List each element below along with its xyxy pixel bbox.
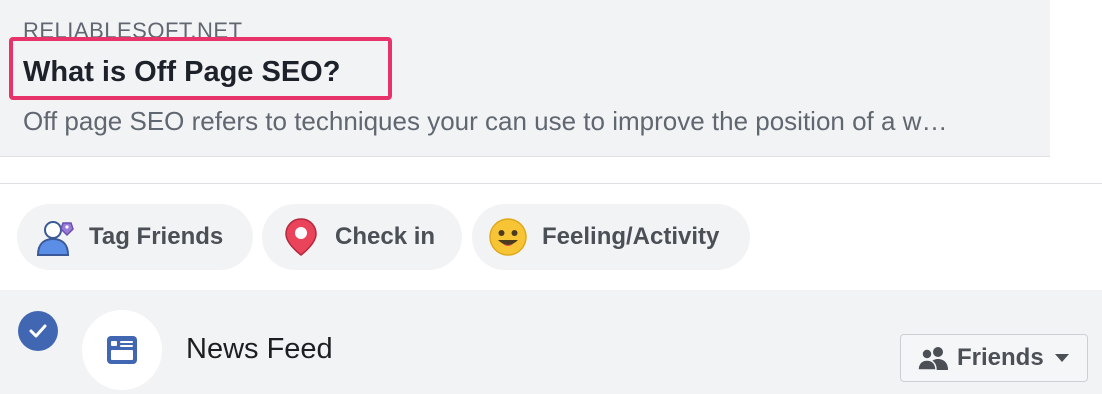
check-in-label: Check in [335, 223, 436, 250]
audience-selector-button[interactable]: Friends [900, 334, 1088, 382]
caret-down-icon [1054, 354, 1069, 362]
news-feed-icon [107, 336, 137, 364]
audience-label: Friends [957, 344, 1044, 371]
tag-friends-icon [36, 221, 74, 256]
preview-description: Off page SEO refers to techniques your c… [23, 106, 948, 136]
feeling-activity-button[interactable]: Feeling/Activity [472, 204, 750, 270]
composer-panel: RELIABLESOFT.NET What is Off Page SEO? O… [0, 0, 1102, 394]
divider [0, 183, 1102, 184]
location-pin-icon [285, 218, 317, 256]
smiley-face-icon [489, 218, 527, 256]
checkmark-icon [29, 324, 47, 338]
tag-friends-label: Tag Friends [89, 223, 224, 250]
news-feed-checkbox[interactable] [18, 311, 58, 351]
feeling-activity-label: Feeling/Activity [542, 223, 720, 250]
preview-domain: RELIABLESOFT.NET [23, 18, 243, 38]
people-icon [917, 347, 948, 371]
check-in-button[interactable]: Check in [262, 204, 462, 270]
news-feed-label: News Feed [186, 333, 333, 365]
tag-friends-button[interactable]: Tag Friends [17, 204, 253, 270]
news-feed-avatar [82, 310, 162, 390]
title-highlight-box [9, 37, 392, 100]
